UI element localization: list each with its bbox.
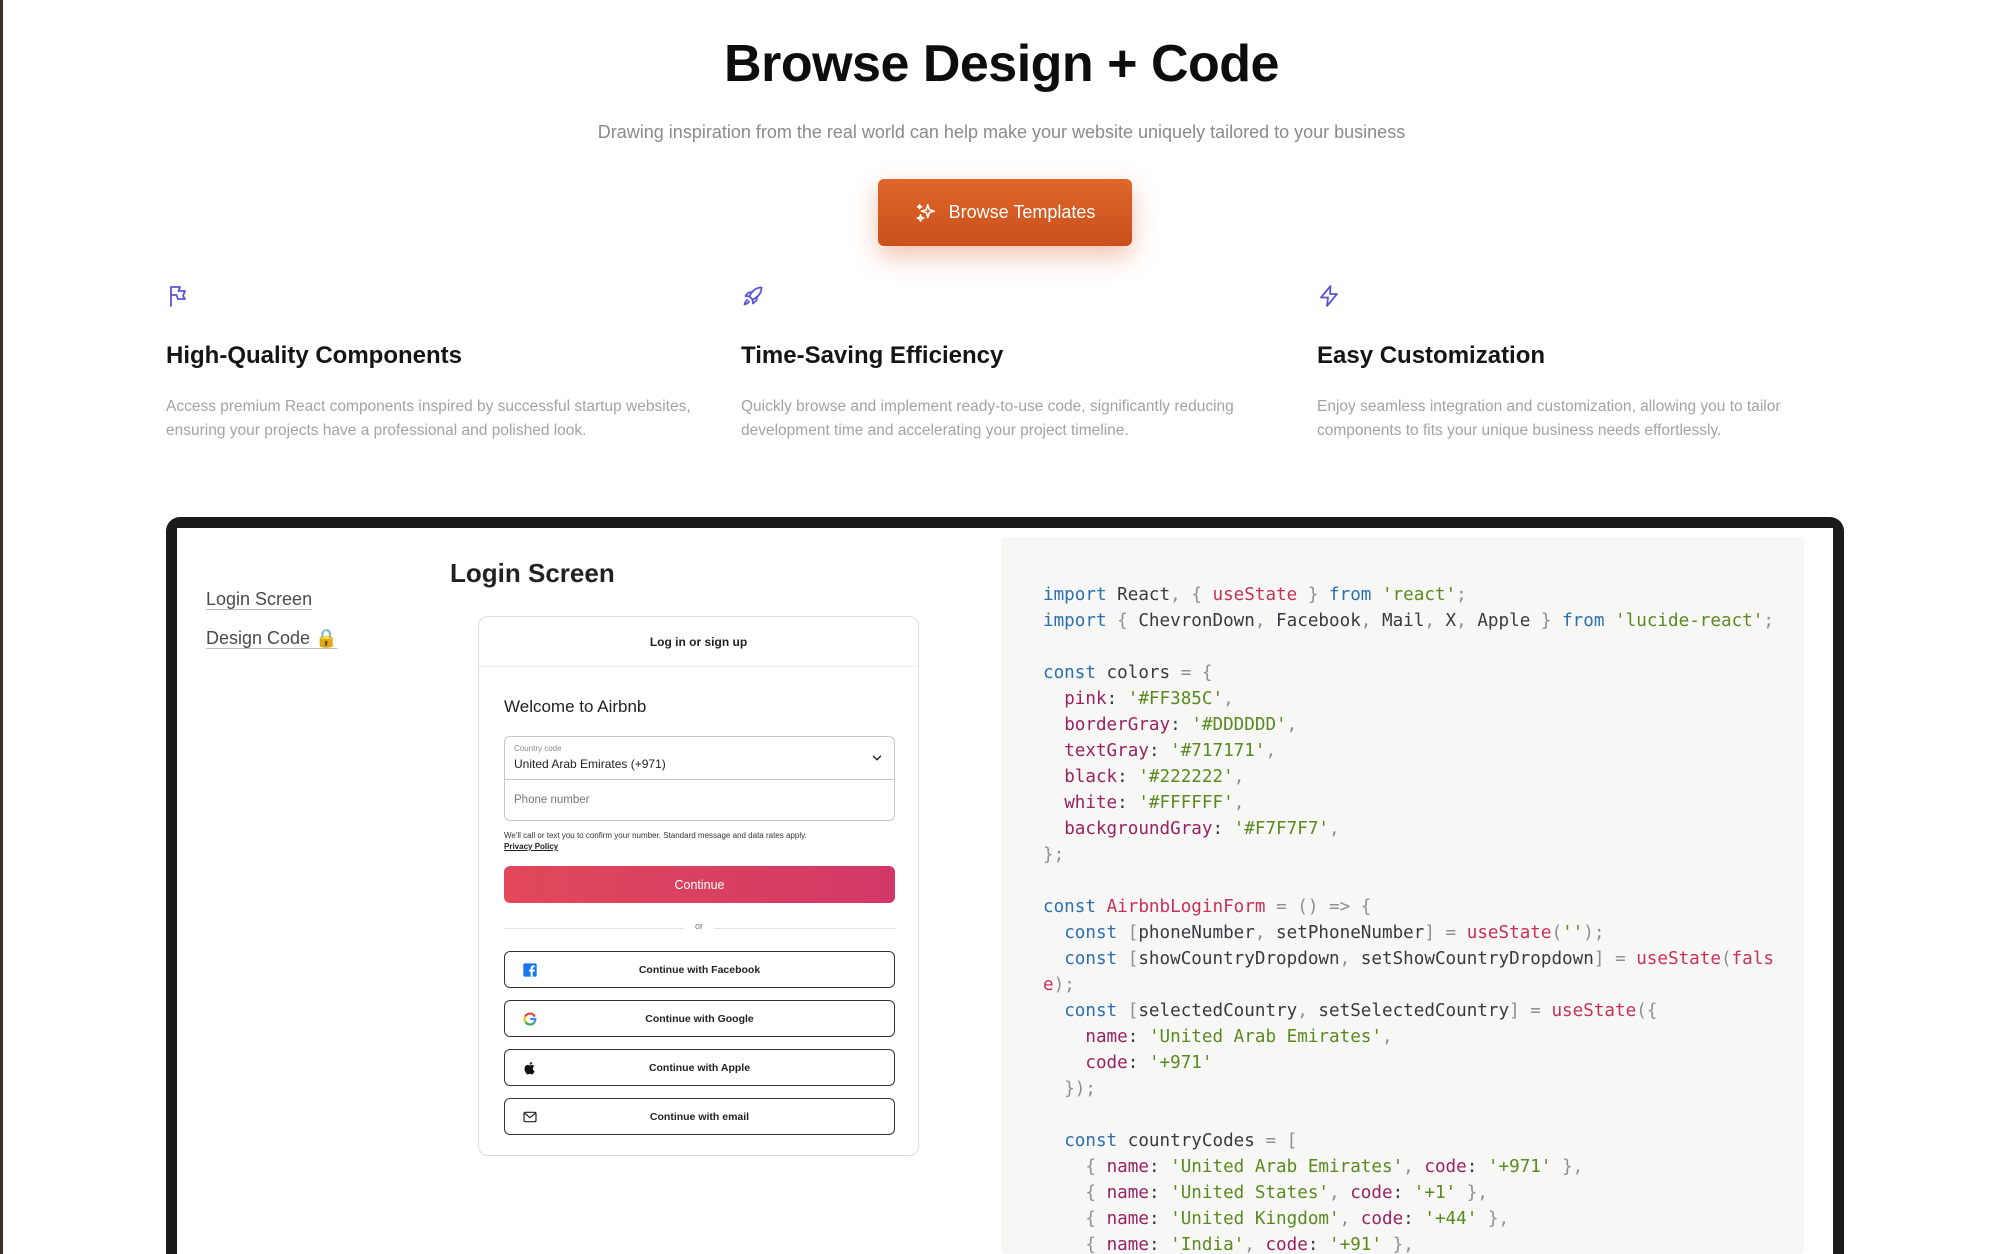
sidebar-item-design-code[interactable]: Design Code 🔒: [206, 628, 337, 649]
browse-templates-label: Browse Templates: [948, 202, 1096, 222]
rocket-icon: [743, 286, 763, 306]
code-line: import { ChevronDown, Facebook, Mail, X,…: [1043, 611, 1774, 631]
hero-subtitle: Drawing inspiration from the real world …: [597, 122, 1406, 142]
feature-description: Enjoy seamless integration and customiza…: [1317, 398, 1781, 439]
flag-icon: [170, 286, 186, 307]
country-code-select[interactable]: Country code United Arab Emirates (+971): [504, 736, 895, 780]
mail-icon: [523, 1111, 537, 1123]
feature-high-quality: High-Quality Components Access premium R…: [166, 284, 706, 443]
code-line: black: '#222222',: [1064, 767, 1245, 787]
code-block: import React, { useState } from 'react';…: [1043, 582, 1774, 1254]
preview-title: Login Screen: [450, 558, 615, 588]
code-line: borderGray: '#DDDDDD',: [1064, 715, 1298, 735]
code-line: const countryCodes = [: [1064, 1131, 1298, 1151]
code-line: const colors = {: [1043, 663, 1213, 683]
login-card: Log in or sign up Welcome to Airbnb Coun…: [478, 616, 919, 1156]
login-card-header: Log in or sign up: [479, 617, 918, 667]
hero-title: Browse Design + Code: [724, 35, 1279, 93]
feature-description: Quickly browse and implement ready-to-us…: [741, 398, 1234, 439]
feature-customization: Easy Customization Enjoy seamless integr…: [1317, 284, 1857, 443]
social-button-label: Continue with email: [649, 1110, 750, 1123]
social-button-label: Continue with Apple: [648, 1061, 751, 1074]
code-line: backgroundGray: '#F7F7F7',: [1064, 819, 1340, 839]
code-line: { name: 'United Arab Emirates', code: '+…: [1085, 1157, 1584, 1177]
feature-time-saving: Time-Saving Efficiency Quickly browse an…: [741, 284, 1281, 443]
welcome-heading: Welcome to Airbnb: [504, 697, 647, 716]
privacy-policy-link[interactable]: Privacy Policy: [504, 841, 895, 852]
code-line: const AirbnbLoginForm = () => {: [1043, 897, 1372, 917]
code-line: };: [1043, 845, 1065, 865]
social-button-label: Continue with Google: [645, 1012, 754, 1025]
code-line: import React, { useState } from 'react';: [1043, 585, 1467, 605]
code-line: { name: 'India', code: '+91' },: [1085, 1235, 1414, 1254]
code-line: });: [1064, 1079, 1096, 1099]
continue-with-apple-button[interactable]: Continue with Apple: [504, 1049, 895, 1086]
code-panel: import React, { useState } from 'react';…: [1001, 537, 1804, 1254]
code-line: const [showCountryDropdown, setShowCount…: [1064, 949, 1774, 969]
country-code-value: United Arab Emirates (+971): [514, 757, 666, 771]
notice-text: We'll call or text you to confirm your n…: [504, 831, 807, 840]
browse-templates-button[interactable]: Browse Templates: [878, 179, 1132, 246]
code-line: code: '+971': [1085, 1053, 1213, 1073]
facebook-icon: [523, 963, 537, 977]
code-line: { name: 'United States', code: '+1' },: [1085, 1183, 1488, 1203]
window-edge: [0, 0, 3, 1254]
code-line: const [selectedCountry, setSelectedCount…: [1064, 1001, 1658, 1021]
feature-title: High-Quality Components: [166, 342, 462, 369]
feature-description: Access premium React components inspired…: [166, 398, 691, 439]
phone-number-field: [504, 779, 895, 821]
google-icon: [523, 1012, 537, 1026]
apple-icon: [524, 1061, 535, 1075]
zap-icon: [1320, 285, 1338, 307]
continue-with-email-button[interactable]: Continue with email: [504, 1098, 895, 1135]
code-line: { name: 'United Kingdom', code: '+44' },: [1085, 1209, 1510, 1229]
continue-with-facebook-button[interactable]: Continue with Facebook: [504, 951, 895, 988]
continue-button[interactable]: Continue: [504, 866, 895, 903]
country-code-label: Country code: [514, 744, 562, 753]
code-line: white: '#FFFFFF',: [1064, 793, 1245, 813]
continue-with-google-button[interactable]: Continue with Google: [504, 1000, 895, 1037]
phone-number-input[interactable]: [505, 779, 894, 820]
chevron-down-icon: [872, 755, 882, 761]
social-button-label: Continue with Facebook: [638, 963, 761, 976]
code-line: textGray: '#717171',: [1064, 741, 1277, 761]
sparkles-icon: [916, 203, 935, 222]
code-line: pink: '#FF385C',: [1064, 689, 1234, 709]
feature-title: Time-Saving Efficiency: [741, 342, 1004, 369]
feature-title: Easy Customization: [1317, 342, 1546, 369]
confirmation-notice: We'll call or text you to confirm your n…: [504, 830, 895, 852]
code-line: const [phoneNumber, setPhoneNumber] = us…: [1064, 923, 1605, 943]
code-line: name: 'United Arab Emirates',: [1085, 1027, 1393, 1047]
sidebar-item-login-screen[interactable]: Login Screen: [206, 589, 312, 610]
code-line: e);: [1043, 975, 1075, 995]
divider-label: or: [684, 921, 714, 931]
